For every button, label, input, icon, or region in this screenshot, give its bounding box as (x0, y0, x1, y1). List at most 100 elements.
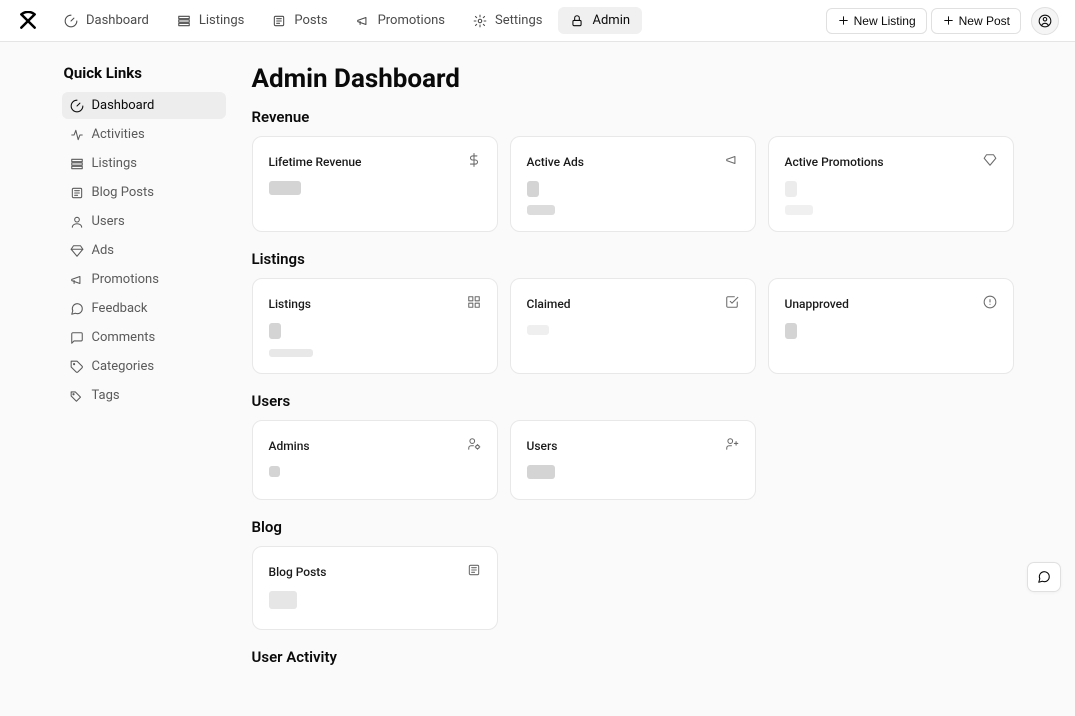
section-title-blog: Blog (252, 518, 1014, 536)
card-claimed[interactable]: Claimed (510, 278, 756, 374)
value-placeholder (527, 181, 539, 197)
user-icon (70, 215, 84, 229)
value-placeholder (269, 181, 301, 195)
sidebar-item-label: Users (92, 214, 125, 229)
card-title: Unapproved (785, 297, 849, 311)
alert-icon (983, 295, 997, 313)
button-label: New Listing (854, 14, 916, 28)
sub-placeholder (527, 205, 555, 215)
tag-icon (70, 360, 84, 374)
value-placeholder (269, 591, 297, 609)
sidebar-item-label: Blog Posts (92, 185, 154, 200)
card-title: Claimed (527, 297, 571, 311)
nav-label: Settings (495, 13, 542, 28)
logo[interactable] (16, 9, 40, 33)
nav-settings[interactable]: Settings (461, 7, 554, 34)
card-admins[interactable]: Admins (252, 420, 498, 500)
sidebar-item-tags[interactable]: Tags (62, 382, 226, 409)
sidebar-item-label: Promotions (92, 272, 159, 287)
section-title-listings: Listings (252, 250, 1014, 268)
list-icon (70, 157, 84, 171)
activity-icon (70, 128, 84, 142)
sidebar-item-dashboard[interactable]: Dashboard (62, 92, 226, 119)
lock-icon (570, 14, 584, 28)
plus-icon (942, 14, 955, 27)
megaphone-icon (356, 14, 370, 28)
plus-icon (837, 14, 850, 27)
gauge-icon (64, 14, 78, 28)
sidebar-item-label: Feedback (92, 301, 148, 316)
sidebar-item-label: Comments (92, 330, 156, 345)
card-title: Lifetime Revenue (269, 155, 362, 169)
sidebar-item-label: Dashboard (92, 98, 155, 113)
card-users[interactable]: Users (510, 420, 756, 500)
nav-admin[interactable]: Admin (558, 7, 642, 34)
sidebar-item-ads[interactable]: Ads (62, 237, 226, 264)
main-content: Admin Dashboard Revenue Lifetime Revenue… (252, 64, 1014, 716)
sidebar-item-listings[interactable]: Listings (62, 150, 226, 177)
top-nav: Dashboard Listings Posts Promotions Sett… (0, 0, 1075, 42)
card-active-promotions[interactable]: Active Promotions (768, 136, 1014, 232)
card-listings[interactable]: Listings (252, 278, 498, 374)
nav-promotions[interactable]: Promotions (344, 7, 457, 34)
nav-label: Promotions (378, 13, 445, 28)
sidebar-item-blog-posts[interactable]: Blog Posts (62, 179, 226, 206)
newspaper-icon (467, 563, 481, 581)
megaphone-icon (70, 273, 84, 287)
card-lifetime-revenue[interactable]: Lifetime Revenue (252, 136, 498, 232)
card-title: Listings (269, 297, 311, 311)
nav-posts[interactable]: Posts (260, 7, 339, 34)
card-title: Active Promotions (785, 155, 884, 169)
newspaper-icon (272, 14, 286, 28)
sidebar-item-label: Categories (92, 359, 155, 374)
card-active-ads[interactable]: Active Ads (510, 136, 756, 232)
new-listing-button[interactable]: New Listing (826, 8, 927, 34)
new-post-button[interactable]: New Post (931, 8, 1021, 34)
user-plus-icon (725, 437, 739, 455)
sidebar-item-users[interactable]: Users (62, 208, 226, 235)
gem-icon (983, 153, 997, 171)
logo-icon (18, 11, 38, 31)
section-title-users: Users (252, 392, 1014, 410)
sidebar-item-comments[interactable]: Comments (62, 324, 226, 351)
card-title: Users (527, 439, 558, 453)
sidebar-item-label: Tags (92, 388, 120, 403)
section-title-user-activity: User Activity (252, 648, 1014, 666)
value-placeholder (785, 323, 797, 339)
comment-icon (70, 331, 84, 345)
sidebar-item-label: Listings (92, 156, 137, 171)
sidebar-item-categories[interactable]: Categories (62, 353, 226, 380)
value-placeholder (527, 325, 549, 335)
sidebar-item-activities[interactable]: Activities (62, 121, 226, 148)
nav-label: Dashboard (86, 13, 149, 28)
card-unapproved[interactable]: Unapproved (768, 278, 1014, 374)
message-icon (70, 302, 84, 316)
nav-dashboard[interactable]: Dashboard (52, 7, 161, 34)
chat-widget-button[interactable] (1027, 562, 1061, 592)
sub-placeholder (785, 205, 813, 215)
sidebar: Quick Links Dashboard Activities Listing… (62, 64, 226, 716)
check-icon (725, 295, 739, 313)
dollar-icon (467, 153, 481, 171)
value-placeholder (527, 465, 555, 479)
sidebar-item-feedback[interactable]: Feedback (62, 295, 226, 322)
value-placeholder (269, 466, 280, 477)
chat-icon (1037, 570, 1051, 584)
user-circle-icon (1038, 14, 1052, 28)
sidebar-title: Quick Links (62, 64, 226, 82)
nav-label: Admin (592, 13, 630, 28)
gem-icon (70, 244, 84, 258)
sidebar-item-label: Activities (92, 127, 145, 142)
card-title: Admins (269, 439, 310, 453)
gauge-icon (70, 99, 84, 113)
newspaper-icon (70, 186, 84, 200)
gear-icon (473, 14, 487, 28)
avatar-button[interactable] (1031, 7, 1059, 35)
card-blog-posts[interactable]: Blog Posts (252, 546, 498, 630)
layout-icon (467, 295, 481, 313)
sidebar-item-promotions[interactable]: Promotions (62, 266, 226, 293)
nav-listings[interactable]: Listings (165, 7, 256, 34)
button-label: New Post (959, 14, 1010, 28)
value-placeholder (785, 181, 797, 197)
nav-label: Posts (294, 13, 327, 28)
